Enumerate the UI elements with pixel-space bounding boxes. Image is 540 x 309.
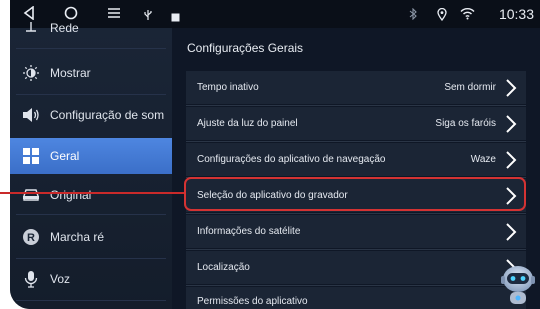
chevron-right-icon bbox=[506, 114, 517, 133]
divider bbox=[16, 300, 166, 301]
divider bbox=[186, 285, 526, 286]
head-unit-screen: 10:33 Rede Mostrar Configuração de som G… bbox=[10, 0, 540, 309]
brightness-icon bbox=[22, 64, 40, 82]
microphone-icon bbox=[22, 270, 40, 288]
divider bbox=[186, 141, 526, 142]
setting-label: Ajuste da luz do painel bbox=[197, 118, 298, 129]
car-icon bbox=[22, 186, 40, 204]
sidebar-item-label: Voz bbox=[50, 272, 71, 286]
chevron-right-icon bbox=[506, 150, 517, 169]
setting-row-app-permissions[interactable]: Permissões do aplicativo bbox=[186, 287, 526, 309]
sidebar-item-label: Mostrar bbox=[50, 66, 91, 80]
reverse-r-icon: R bbox=[22, 228, 40, 246]
setting-label: Tempo inativo bbox=[197, 82, 259, 93]
setting-label: Configurações do aplicativo de navegação bbox=[197, 154, 386, 165]
divider bbox=[16, 48, 166, 49]
setting-label: Informações do satélite bbox=[197, 226, 301, 237]
divider bbox=[16, 94, 166, 95]
annotation-pointer-line bbox=[0, 192, 185, 194]
sidebar-item-network[interactable]: Rede bbox=[10, 14, 172, 42]
setting-value: Siga os faróis bbox=[435, 118, 496, 129]
sidebar-item-reverse[interactable]: R Marcha ré bbox=[10, 220, 172, 254]
divider bbox=[16, 258, 166, 259]
image-icon bbox=[171, 9, 180, 25]
chevron-right-icon bbox=[506, 222, 517, 241]
sidebar-item-general[interactable]: Geral bbox=[10, 138, 172, 174]
setting-row-idle-time[interactable]: Tempo inativo Sem dormir bbox=[186, 71, 526, 104]
clock: 10:33 bbox=[498, 6, 534, 22]
grid-icon bbox=[22, 147, 40, 165]
setting-label: Localização bbox=[197, 262, 250, 273]
sidebar-item-original[interactable]: Original bbox=[10, 178, 172, 212]
page-title: Configurações Gerais bbox=[187, 41, 304, 55]
setting-label: Permissões do aplicativo bbox=[197, 296, 308, 307]
chevron-right-icon bbox=[506, 78, 517, 97]
setting-value: Sem dormir bbox=[444, 82, 496, 93]
divider bbox=[186, 249, 526, 250]
divider bbox=[16, 214, 166, 215]
network-icon bbox=[22, 19, 40, 37]
svg-text:R: R bbox=[27, 232, 35, 244]
settings-sidebar: Rede Mostrar Configuração de som Geral O… bbox=[10, 21, 172, 309]
general-settings-panel: Configurações Gerais Tempo inativo Sem d… bbox=[172, 28, 540, 309]
divider bbox=[186, 213, 526, 214]
setting-value: Waze bbox=[470, 154, 496, 165]
location-icon bbox=[437, 7, 447, 24]
annotation-highlight-box bbox=[184, 177, 526, 211]
sidebar-item-label: Marcha ré bbox=[50, 230, 105, 244]
setting-row-location[interactable]: Localização bbox=[186, 251, 526, 284]
sidebar-item-label: Configuração de som bbox=[50, 108, 165, 122]
robot-assistant-icon[interactable] bbox=[498, 262, 538, 306]
sidebar-item-label: Geral bbox=[50, 149, 80, 163]
sidebar-item-display[interactable]: Mostrar bbox=[10, 56, 172, 90]
bluetooth-icon bbox=[408, 7, 418, 25]
divider bbox=[186, 105, 526, 106]
setting-row-navigation-app[interactable]: Configurações do aplicativo de navegação… bbox=[186, 143, 526, 176]
sidebar-item-voice[interactable]: Voz bbox=[10, 262, 172, 296]
speaker-icon bbox=[22, 106, 40, 124]
setting-row-satellite-info[interactable]: Informações do satélite bbox=[186, 215, 526, 248]
sidebar-item-label: Rede bbox=[50, 21, 79, 35]
sidebar-item-label: Original bbox=[50, 188, 92, 202]
sidebar-item-sound[interactable]: Configuração de som bbox=[10, 98, 172, 132]
setting-row-panel-light[interactable]: Ajuste da luz do painel Siga os faróis bbox=[186, 107, 526, 140]
wifi-icon bbox=[460, 7, 475, 23]
